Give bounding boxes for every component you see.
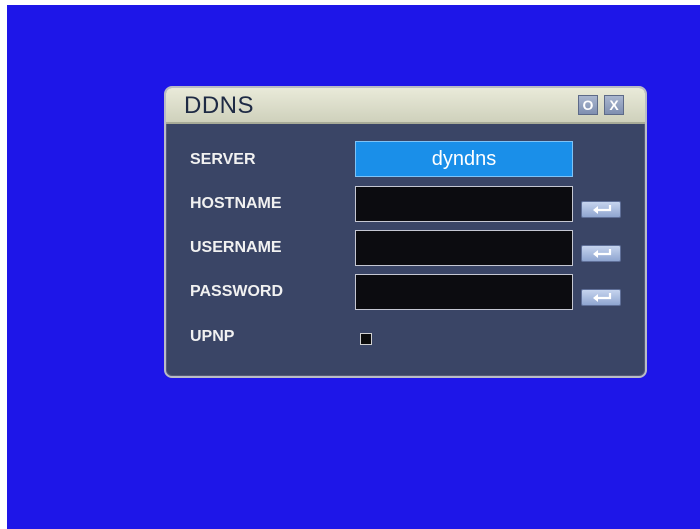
username-label: USERNAME: [190, 239, 282, 256]
password-label: PASSWORD: [190, 283, 284, 300]
enter-icon: [593, 293, 612, 302]
screen-background: DDNS O X SERVER dyndns HOSTNAME USERNAME…: [7, 5, 700, 529]
server-select[interactable]: dyndns: [355, 141, 573, 177]
dialog-titlebar: DDNS O X: [166, 88, 645, 124]
ddns-dialog: DDNS O X SERVER dyndns HOSTNAME USERNAME…: [164, 86, 647, 378]
upnp-checkbox[interactable]: [360, 333, 372, 345]
upnp-label: UPNP: [190, 328, 235, 345]
hostname-label: HOSTNAME: [190, 195, 282, 212]
enter-icon: [593, 205, 612, 214]
close-button[interactable]: X: [604, 95, 624, 115]
hostname-input[interactable]: [355, 186, 573, 222]
enter-icon: [593, 249, 612, 258]
hostname-enter-button[interactable]: [581, 201, 621, 218]
username-input[interactable]: [355, 230, 573, 266]
password-enter-button[interactable]: [581, 289, 621, 306]
option-button[interactable]: O: [578, 95, 598, 115]
server-label: SERVER: [190, 151, 256, 168]
dialog-title: DDNS: [184, 92, 255, 119]
password-input[interactable]: [355, 274, 573, 310]
username-enter-button[interactable]: [581, 245, 621, 262]
